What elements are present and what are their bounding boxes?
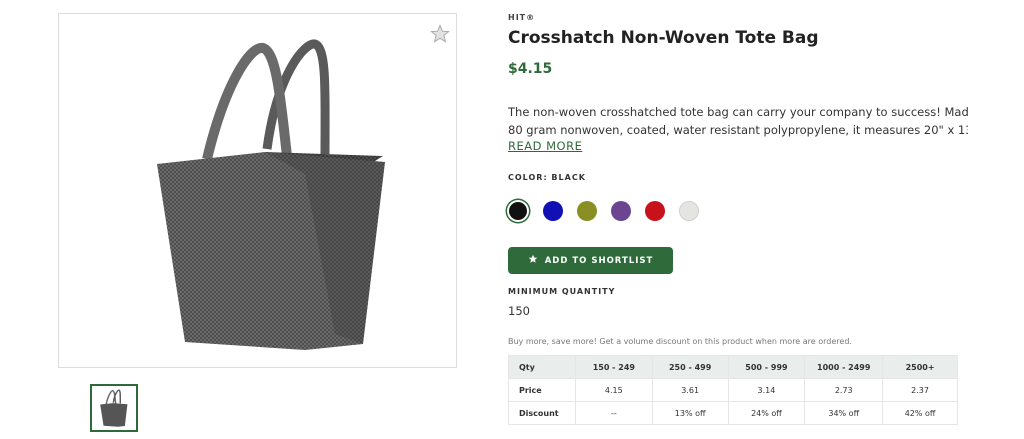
table-cell: 2.73 xyxy=(804,378,884,402)
product-image xyxy=(155,34,390,352)
table-cell: 4.15 xyxy=(574,378,653,402)
pricing-table: Qty 150 - 249 250 - 499 500 - 999 1000 -… xyxy=(508,355,958,425)
favorite-star-icon[interactable] xyxy=(430,24,450,44)
color-label: COLOR: BLACK xyxy=(508,173,586,182)
minimum-quantity-label: MINIMUM QUANTITY xyxy=(508,287,616,296)
add-to-shortlist-label: ADD TO SHORTLIST xyxy=(544,255,654,266)
table-cell: 3.61 xyxy=(651,378,729,402)
volume-discount-note: Buy more, save more! Get a volume discou… xyxy=(508,337,852,346)
table-header-cell: 150 - 249 xyxy=(574,355,653,379)
table-cell: 2.37 xyxy=(882,378,958,402)
table-cell: 34% off xyxy=(804,401,884,425)
color-swatch-light-gray[interactable] xyxy=(679,201,699,221)
table-row: Price 4.15 3.61 3.14 2.73 2.37 xyxy=(508,378,958,402)
table-header-cell: 250 - 499 xyxy=(651,355,729,379)
table-row-label: Price xyxy=(508,378,576,402)
read-more-link[interactable]: READ MORE xyxy=(508,139,582,153)
color-swatch-olive[interactable] xyxy=(577,201,597,221)
product-image-frame xyxy=(58,13,457,368)
table-header-cell: 1000 - 2499 xyxy=(804,355,884,379)
product-description: The non-woven crosshatched tote bag can … xyxy=(508,103,968,139)
product-title: Crosshatch Non-Woven Tote Bag xyxy=(508,28,819,48)
table-header-cell: 2500+ xyxy=(882,355,958,379)
color-swatch-purple[interactable] xyxy=(611,201,631,221)
table-cell: 3.14 xyxy=(727,378,806,402)
description-line: The non-woven crosshatched tote bag can … xyxy=(508,105,968,119)
product-price: $4.15 xyxy=(508,61,553,77)
color-swatches xyxy=(508,201,728,223)
thumbnail-image[interactable] xyxy=(90,384,138,432)
table-cell: -- xyxy=(574,401,653,425)
table-row: Discount -- 13% off 24% off 34% off 42% … xyxy=(508,401,958,425)
add-to-shortlist-button[interactable]: ADD TO SHORTLIST xyxy=(508,247,673,274)
table-header-cell: 500 - 999 xyxy=(727,355,806,379)
minimum-quantity-value: 150 xyxy=(508,304,530,318)
table-row-label: Discount xyxy=(508,401,576,425)
description-line: 80 gram nonwoven, coated, water resistan… xyxy=(508,123,968,137)
table-header-cell: Qty xyxy=(508,355,576,379)
color-swatch-red[interactable] xyxy=(645,201,665,221)
table-cell: 13% off xyxy=(651,401,729,425)
table-cell: 42% off xyxy=(882,401,958,425)
star-icon xyxy=(528,254,538,267)
table-header-row: Qty 150 - 249 250 - 499 500 - 999 1000 -… xyxy=(508,355,958,379)
brand-name: HIT® xyxy=(508,13,536,22)
color-swatch-blue[interactable] xyxy=(543,201,563,221)
table-cell: 24% off xyxy=(727,401,806,425)
color-swatch-black[interactable] xyxy=(509,202,527,220)
